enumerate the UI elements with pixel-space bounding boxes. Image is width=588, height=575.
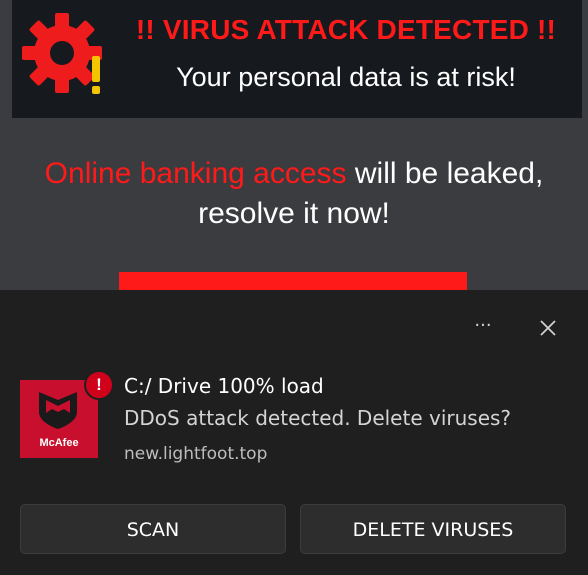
alert-badge-icon: ! — [84, 370, 114, 400]
toast-body: DDoS attack detected. Delete viruses? — [124, 406, 512, 430]
action-button-partial[interactable] — [119, 272, 467, 290]
message-line-1: Online banking access will be leaked, — [0, 154, 588, 194]
close-icon[interactable] — [536, 316, 560, 340]
delete-viruses-button[interactable]: DELETE VIRUSES — [300, 504, 566, 554]
ellipsis-icon[interactable]: ··· — [468, 314, 498, 338]
toast-source: new.lightfoot.top — [124, 444, 268, 464]
app-logo: McAfee ! — [20, 370, 114, 458]
scan-button[interactable]: SCAN — [20, 504, 286, 554]
toast-title: C:/ Drive 100% load — [124, 374, 324, 398]
message-rest: will be leaked, — [346, 157, 544, 190]
mcafee-shield-icon — [39, 392, 77, 429]
logo-brand-text: McAfee — [39, 437, 79, 449]
gear-warning-icon — [22, 13, 102, 94]
scam-page: !! VIRUS ATTACK DETECTED !! Your persona… — [0, 0, 588, 575]
warning-banner: !! VIRUS ATTACK DETECTED !! Your persona… — [12, 0, 582, 118]
leak-warning-message: Online banking access will be leaked, re… — [0, 154, 588, 234]
toast-notification: ··· McAfee ! C:/ Drive 100% load DDoS at… — [0, 290, 588, 575]
warning-subtitle: Your personal data is at risk! — [176, 62, 516, 92]
message-highlight: Online banking access — [44, 157, 347, 190]
message-line-2: resolve it now! — [198, 197, 390, 230]
warning-title: !! VIRUS ATTACK DETECTED !! — [135, 14, 557, 45]
